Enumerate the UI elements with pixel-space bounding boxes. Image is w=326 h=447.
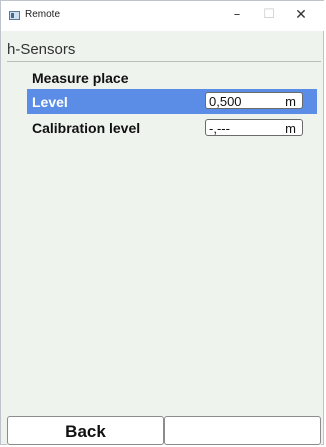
back-button[interactable]: Back bbox=[7, 416, 164, 445]
app-icon bbox=[9, 11, 20, 20]
section-divider bbox=[7, 61, 321, 62]
menu-item-label: Level bbox=[32, 94, 68, 110]
window-title: Remote bbox=[25, 9, 61, 20]
back-button-label: Back bbox=[65, 422, 106, 441]
minimize-button[interactable]: – bbox=[221, 1, 253, 31]
section-title: h-Sensors bbox=[7, 41, 76, 58]
level-unit: m bbox=[285, 94, 296, 109]
title-bar: Remote – ☐ ✕ bbox=[1, 1, 325, 31]
calibration-level-value-field[interactable]: -,--- m bbox=[205, 119, 303, 136]
level-value: 0,500 bbox=[209, 94, 242, 109]
level-value-field[interactable]: 0,500 m bbox=[205, 92, 303, 109]
softkey-bar: Back bbox=[7, 416, 321, 445]
menu-item-measure-place[interactable]: Measure place bbox=[27, 65, 317, 90]
menu-screen: h-Sensors Measure place Level 0,500 m Ca… bbox=[7, 35, 321, 415]
menu-item-label: Calibration level bbox=[32, 120, 141, 136]
close-button[interactable]: ✕ bbox=[285, 1, 317, 31]
calibration-level-unit: m bbox=[285, 121, 296, 136]
menu-item-label: Measure place bbox=[32, 70, 129, 86]
app-window: Remote – ☐ ✕ h-Sensors Measure place Lev… bbox=[0, 0, 325, 445]
menu-item-level[interactable]: Level 0,500 m bbox=[27, 89, 317, 114]
menu-item-calibration-level[interactable]: Calibration level -,--- m bbox=[27, 115, 317, 140]
maximize-button[interactable]: ☐ bbox=[253, 1, 285, 31]
calibration-level-value: -,--- bbox=[209, 121, 230, 136]
empty-softkey-button[interactable] bbox=[164, 416, 321, 445]
